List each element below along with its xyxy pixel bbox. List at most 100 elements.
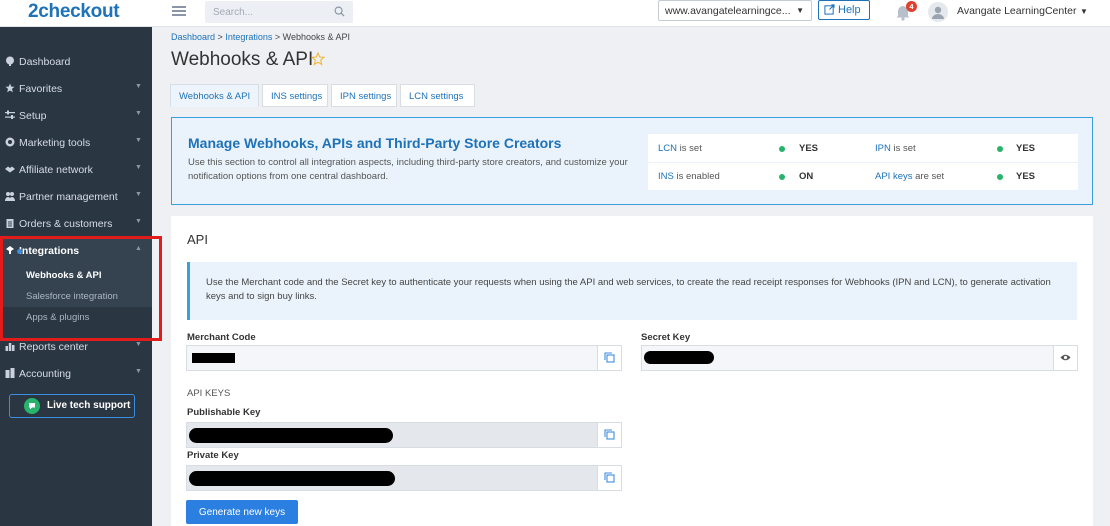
status-dot-icon	[997, 146, 1003, 152]
help-button[interactable]: Help	[818, 0, 870, 20]
sidebar-item-reports-center[interactable]: Reports center ▼	[0, 336, 152, 360]
logo[interactable]: 2checkout	[28, 1, 120, 23]
api-info-callout: Use the Merchant code and the Secret key…	[187, 262, 1077, 320]
status-ins-value: ON	[799, 171, 814, 182]
breadcrumb-separator: >	[274, 32, 281, 42]
redaction-mark	[644, 351, 714, 364]
status-ipn-value: YES	[1016, 143, 1036, 154]
copy-icon	[604, 472, 615, 483]
copy-publishable-key-button[interactable]	[597, 423, 621, 447]
publishable-key-label: Publishable Key	[187, 407, 261, 418]
dashboard-icon	[6, 56, 14, 66]
sidebar-item-accounting[interactable]: Accounting ▼	[0, 363, 152, 387]
menu-toggle-icon[interactable]	[172, 4, 186, 18]
api-panel: API Use the Merchant code and the Secret…	[171, 216, 1093, 526]
top-bar: 2checkout www.avangatelearningce... ▼ He…	[0, 0, 1110, 27]
divider	[648, 162, 1078, 163]
tab-ins-settings[interactable]: INS settings	[262, 84, 328, 107]
redaction-mark	[189, 428, 393, 443]
chevron-down-icon: ▼	[135, 368, 142, 375]
sidebar-item-label: Dashboard	[19, 56, 71, 68]
external-link-icon	[824, 4, 835, 15]
page-title: Webhooks & API	[171, 49, 314, 70]
merchant-code-label: Merchant Code	[187, 332, 256, 343]
sidebar-item-label: Orders & customers	[19, 218, 113, 230]
sidebar-item-label: Setup	[19, 110, 47, 122]
secret-key-field[interactable]	[641, 345, 1078, 371]
status-dot-icon	[997, 174, 1003, 180]
status-key[interactable]: LCN	[658, 143, 677, 154]
search-input[interactable]	[205, 1, 315, 23]
integration-summary-panel: Manage Webhooks, APIs and Third-Party St…	[171, 117, 1093, 205]
highlight-annotation	[0, 236, 162, 341]
tab-webhooks-api[interactable]: Webhooks & API	[170, 84, 259, 107]
status-key[interactable]: INS	[658, 171, 674, 182]
tab-lcn-settings[interactable]: LCN settings	[400, 84, 475, 107]
chevron-down-icon: ▼	[135, 110, 142, 117]
user-menu-chevron-icon[interactable]: ▼	[1080, 7, 1088, 16]
breadcrumb-current: Webhooks & API	[282, 32, 351, 42]
generate-new-keys-button[interactable]: Generate new keys	[186, 500, 298, 524]
summary-title: Manage Webhooks, APIs and Third-Party St…	[188, 135, 562, 151]
status-box: LCN is set YES IPN is set YES INS is ena…	[648, 134, 1078, 190]
redaction-mark	[189, 471, 395, 486]
api-info-text: Use the Merchant code and the Secret key…	[206, 277, 1051, 302]
search-box	[205, 1, 353, 23]
reveal-secret-button[interactable]	[1053, 346, 1077, 370]
star-icon	[5, 83, 15, 93]
status-text: are set	[915, 171, 945, 182]
status-ins-label: INS is enabled	[658, 171, 720, 182]
target-icon	[5, 137, 15, 147]
chevron-down-icon: ▼	[135, 164, 142, 171]
favorite-star-icon[interactable]	[311, 52, 325, 66]
breadcrumb-integrations[interactable]: Integrations	[225, 32, 272, 42]
status-ipn-label: IPN is set	[875, 143, 916, 154]
chevron-down-icon: ▼	[135, 218, 142, 225]
redaction-mark	[192, 353, 235, 363]
status-lcn-label: LCN is set	[658, 143, 702, 154]
api-keys-heading: API KEYS	[187, 388, 231, 399]
sidebar-item-label: Favorites	[19, 83, 63, 95]
user-name[interactable]: Avangate LearningCenter	[957, 5, 1076, 17]
sidebar-item-orders-customers[interactable]: Orders & customers ▼	[0, 213, 152, 237]
sidebar-item-favorites[interactable]: Favorites ▼	[0, 78, 152, 102]
breadcrumb-separator: >	[217, 32, 223, 42]
summary-description: Use this section to control all integrat…	[188, 157, 628, 182]
sidebar-item-affiliate-network[interactable]: Affiliate network ▼	[0, 159, 152, 183]
status-api-keys-value: YES	[1016, 171, 1036, 182]
chat-icon	[24, 398, 40, 414]
search-icon[interactable]	[334, 6, 345, 17]
sidebar-item-marketing-tools[interactable]: Marketing tools ▼	[0, 132, 152, 156]
secret-key-label: Secret Key	[641, 332, 691, 343]
chevron-down-icon: ▼	[135, 341, 142, 348]
sidebar-item-label: Partner management	[19, 191, 118, 203]
breadcrumb-dashboard[interactable]: Dashboard	[171, 32, 215, 42]
sidebar-item-label: Reports center	[19, 341, 88, 353]
status-key[interactable]: API keys	[875, 171, 913, 182]
private-key-field[interactable]	[186, 465, 622, 491]
merchant-code-field[interactable]	[186, 345, 622, 371]
sidebar-item-dashboard[interactable]: Dashboard	[0, 51, 152, 75]
sidebar-item-setup[interactable]: Setup ▼	[0, 105, 152, 129]
domain-select[interactable]: www.avangatelearningce... ▼	[658, 0, 812, 21]
status-lcn-value: YES	[799, 143, 819, 154]
help-label: Help	[838, 4, 861, 16]
status-key[interactable]: IPN	[875, 143, 891, 154]
tab-ipn-settings[interactable]: IPN settings	[331, 84, 397, 107]
copy-private-key-button[interactable]	[597, 466, 621, 490]
chevron-down-icon: ▼	[135, 83, 142, 90]
live-support-button[interactable]: Live tech support	[9, 394, 135, 418]
chevron-down-icon: ▼	[135, 191, 142, 198]
sidebar-item-label: Marketing tools	[19, 137, 91, 149]
clipboard-icon	[6, 219, 14, 228]
publishable-key-field[interactable]	[186, 422, 622, 448]
copy-merchant-code-button[interactable]	[597, 346, 621, 370]
chevron-down-icon: ▼	[796, 6, 804, 15]
sidebar-item-label: Accounting	[19, 368, 71, 380]
status-text: is set	[893, 143, 916, 154]
sliders-icon	[5, 110, 15, 119]
calculator-icon	[5, 368, 15, 378]
users-icon	[5, 192, 15, 201]
avatar-icon[interactable]	[928, 2, 948, 22]
sidebar-item-partner-management[interactable]: Partner management ▼	[0, 186, 152, 210]
